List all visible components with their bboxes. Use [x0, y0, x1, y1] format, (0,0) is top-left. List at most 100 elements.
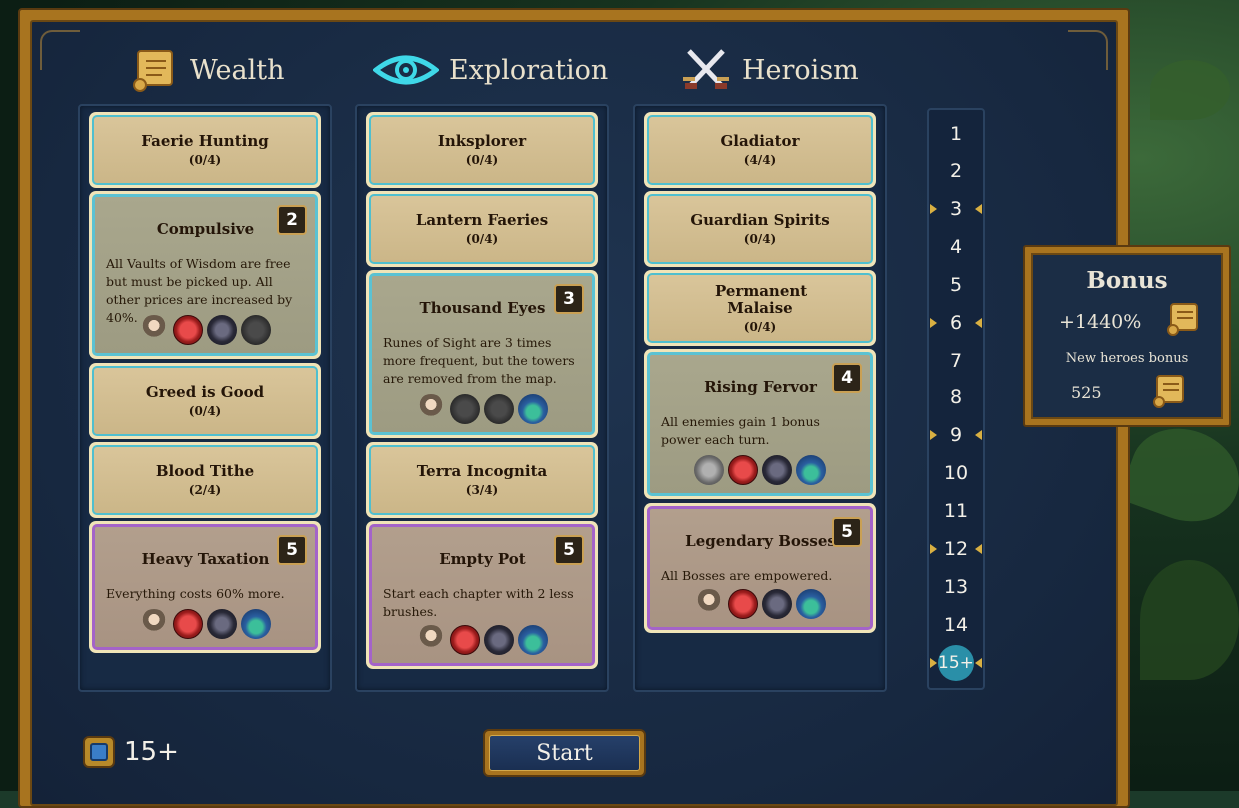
red-creature-icon	[728, 589, 758, 619]
level-item[interactable]: 5	[929, 268, 983, 302]
card-guardian-spirits[interactable]: Guardian Spirits (0/4)	[644, 191, 876, 267]
heroism-column: Gladiator (4/4) Guardian Spirits (0/4) Per…	[633, 104, 887, 692]
level-number: 3	[949, 198, 963, 220]
level-item[interactable]: 2	[929, 154, 983, 188]
card-gladiator[interactable]: Gladiator (4/4)	[644, 112, 876, 188]
level-badge: 5	[832, 517, 862, 547]
exploration-column: Inksplorer (0/4) Lantern Faeries (0/4) Tho…	[355, 104, 609, 692]
enemy-icons	[650, 455, 870, 485]
marker-arrow-icon	[975, 658, 982, 668]
level-number: 8	[949, 386, 963, 408]
bug-creature-icon	[207, 315, 237, 345]
hero-icon	[139, 609, 169, 639]
level-item[interactable]: 15+	[929, 645, 983, 681]
card-thousand-eyes[interactable]: Thousand Eyes 3 Runes of Sight are 3 tim…	[366, 270, 598, 438]
dark-creature-icon	[241, 315, 271, 345]
card-permanent-malaise[interactable]: Permanent Malaise (0/4)	[644, 270, 876, 346]
marker-arrow-icon	[975, 318, 982, 328]
new-heroes-value: 525	[1071, 383, 1102, 402]
level-number: 5	[949, 274, 963, 296]
column-header-exploration: Exploration	[373, 42, 608, 98]
level-item[interactable]: 13	[929, 570, 983, 604]
difficulty-value: 15+	[124, 737, 179, 767]
bug-creature-icon	[762, 455, 792, 485]
scroll-icon	[1153, 375, 1184, 408]
card-description: Start each chapter with 2 less brushes.	[383, 586, 574, 619]
card-compulsive[interactable]: Compulsive 2 All Vaults of Wisdom are fr…	[89, 191, 321, 359]
level-number: 12	[943, 538, 969, 560]
level-item[interactable]: 1	[929, 117, 983, 151]
shell-creature-icon	[796, 589, 826, 619]
shell-creature-icon	[518, 625, 548, 655]
bonus-panel: Bonus +1440% New heroes bonus 525	[1023, 245, 1231, 427]
level-item[interactable]: 9	[929, 418, 983, 452]
card-description: Everything costs 60% more.	[106, 586, 285, 601]
card-faerie-hunting[interactable]: Faerie Hunting (0/4)	[89, 112, 321, 188]
hero-icon	[139, 315, 169, 345]
level-number: 1	[949, 123, 963, 145]
card-title: Empty Pot	[439, 550, 526, 568]
card-lantern-faeries[interactable]: Lantern Faeries (0/4)	[366, 191, 598, 267]
card-heavy-taxation[interactable]: Heavy Taxation 5 Everything costs 60% mo…	[89, 521, 321, 653]
level-item[interactable]: 6	[929, 306, 983, 340]
enemy-icons	[95, 609, 315, 639]
card-greed-is-good[interactable]: Greed is Good (0/4)	[89, 363, 321, 439]
column-title: Wealth	[190, 54, 285, 86]
level-selector: 1 2 3 4 5 6 7 8 9 10 11 12 13 14 15+	[927, 108, 985, 690]
shell-creature-icon	[518, 394, 548, 424]
hero-icon	[694, 589, 724, 619]
dark-creature-icon	[450, 394, 480, 424]
marker-arrow-icon	[930, 204, 937, 214]
level-item[interactable]: 4	[929, 230, 983, 264]
difficulty-gem-icon	[83, 736, 115, 768]
bonus-percent: +1440%	[1059, 311, 1142, 333]
start-button-label: Start	[489, 735, 640, 771]
level-badge: 5	[554, 535, 584, 565]
card-title: Heavy Taxation	[141, 550, 270, 568]
red-creature-icon	[728, 455, 758, 485]
red-creature-icon	[173, 315, 203, 345]
level-number: 7	[949, 350, 963, 372]
level-number: 4	[949, 236, 963, 258]
hero-icon	[416, 394, 446, 424]
marker-arrow-icon	[930, 318, 937, 328]
shell-creature-icon	[241, 609, 271, 639]
card-inksplorer[interactable]: Inksplorer (0/4)	[366, 112, 598, 188]
card-blood-tithe[interactable]: Blood Tithe (2/4)	[89, 442, 321, 518]
grey-creature-icon	[694, 455, 724, 485]
card-description: All enemies gain 1 bonus power each turn…	[661, 414, 820, 447]
marker-arrow-icon	[930, 430, 937, 440]
bug-creature-icon	[484, 625, 514, 655]
card-legendary-bosses[interactable]: Legendary Bosses 5 All Bosses are empowe…	[644, 503, 876, 633]
corner-ornament	[40, 30, 80, 70]
level-badge: 4	[832, 363, 862, 393]
dark-creature-icon	[484, 394, 514, 424]
level-number: 15+	[938, 645, 974, 681]
level-item[interactable]: 8	[929, 380, 983, 414]
level-item[interactable]: 11	[929, 494, 983, 528]
level-item[interactable]: 10	[929, 456, 983, 490]
level-badge: 3	[554, 284, 584, 314]
card-terra-incognita[interactable]: Terra Incognita (3/4)	[366, 442, 598, 518]
level-item[interactable]: 12	[929, 532, 983, 566]
card-description: Runes of Sight are 3 times more frequent…	[383, 335, 575, 386]
card-rising-fervor[interactable]: Rising Fervor 4 All enemies gain 1 bonus…	[644, 349, 876, 499]
level-item[interactable]: 3	[929, 192, 983, 226]
corner-ornament	[1068, 30, 1108, 70]
card-title: Legendary Bosses	[685, 532, 836, 550]
hero-icon	[416, 625, 446, 655]
shell-creature-icon	[796, 455, 826, 485]
level-item[interactable]: 7	[929, 344, 983, 378]
card-empty-pot[interactable]: Empty Pot 5 Start each chapter with 2 le…	[366, 521, 598, 669]
marker-arrow-icon	[975, 204, 982, 214]
bonus-title: Bonus	[1086, 267, 1168, 294]
column-title: Heroism	[742, 54, 859, 86]
start-button[interactable]: Start	[483, 729, 646, 777]
level-number: 11	[943, 500, 969, 522]
level-number: 9	[949, 424, 963, 446]
enemy-icons	[650, 589, 870, 619]
scroll-icon	[1167, 303, 1198, 336]
card-description: All Bosses are empowered.	[661, 568, 833, 583]
level-item[interactable]: 14	[929, 608, 983, 642]
level-number: 2	[949, 160, 963, 182]
